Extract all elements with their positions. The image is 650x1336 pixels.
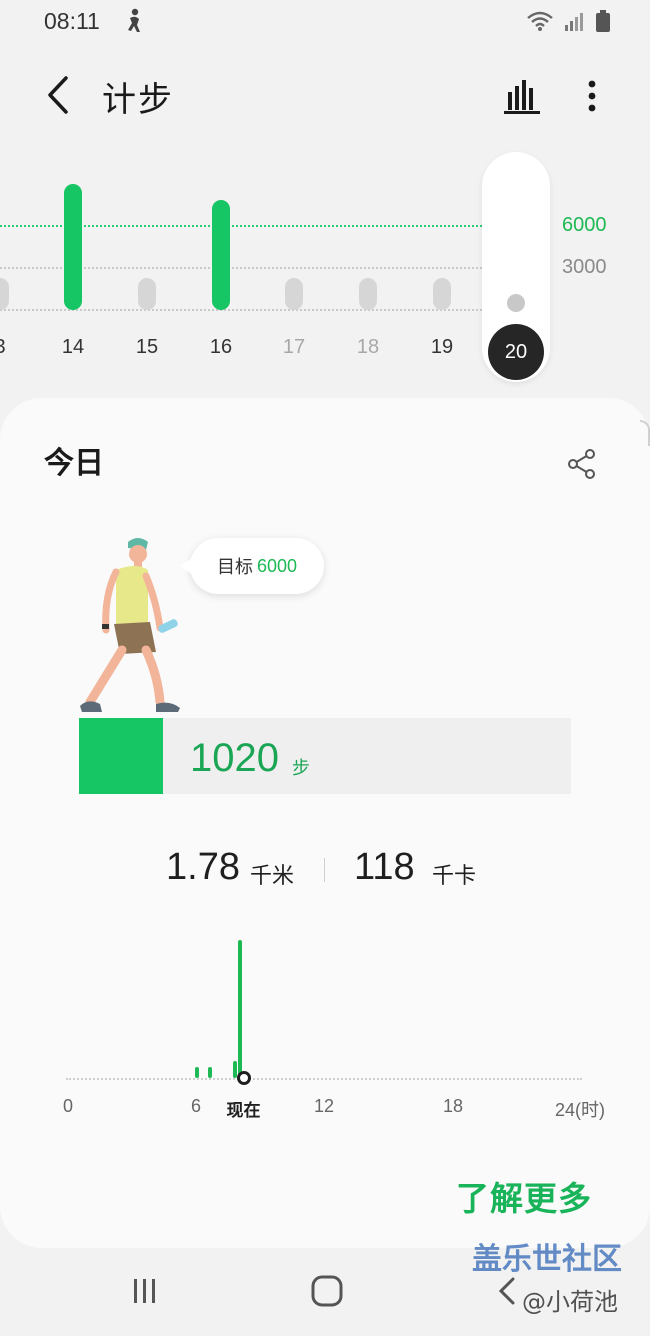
goal-value: 6000 bbox=[256, 555, 298, 576]
goal-axis-label: 6000 bbox=[562, 214, 607, 236]
steps-progress-bar bbox=[79, 718, 571, 794]
goal-label: 目标 bbox=[216, 557, 253, 578]
more-options-icon[interactable] bbox=[578, 74, 606, 118]
today-card: 今日 目标 6000 1020 步 1.78 千米 118 千卡 0 6 现在 … bbox=[0, 398, 650, 1248]
hourly-steps-chart: 0 6 现在 12 18 24(时) bbox=[0, 918, 650, 1128]
day-label-3[interactable]: 3 bbox=[0, 336, 20, 359]
mid-axis-label: 3000 bbox=[562, 256, 607, 278]
back-button[interactable] bbox=[40, 72, 76, 118]
day-label-15[interactable]: 15 bbox=[127, 336, 167, 359]
day-bar-16[interactable] bbox=[212, 200, 230, 310]
steps-count: 1020 bbox=[190, 736, 279, 780]
learn-more-link[interactable]: 了解更多 bbox=[456, 1172, 592, 1220]
nav-back-icon[interactable] bbox=[496, 1276, 518, 1306]
bar-chart-icon[interactable] bbox=[500, 76, 544, 116]
signal-icon bbox=[565, 13, 583, 31]
step-tracking-icon bbox=[128, 8, 140, 32]
hour-axis-label: 12 bbox=[313, 1096, 335, 1116]
calories-value: 118 bbox=[354, 846, 415, 888]
stats-row: 1.78 千米 118 千卡 bbox=[0, 846, 650, 896]
home-icon[interactable] bbox=[310, 1274, 344, 1308]
status-time: 08:11 bbox=[44, 8, 100, 34]
day-label-19[interactable]: 19 bbox=[422, 336, 462, 359]
day-label-16[interactable]: 16 bbox=[201, 336, 241, 359]
status-icons bbox=[526, 10, 610, 32]
day-label-18[interactable]: 18 bbox=[348, 336, 388, 359]
hour-axis bbox=[66, 1078, 582, 1080]
hour-axis-label: 18 bbox=[442, 1096, 464, 1116]
distance-value: 1.78 bbox=[166, 846, 240, 888]
walking-man-illustration bbox=[80, 538, 180, 712]
hour-axis-label: 0 bbox=[62, 1096, 73, 1116]
day-label-17[interactable]: 17 bbox=[274, 336, 314, 359]
weekly-steps-chart: 6000 3000 3 14 15 16 17 18 19 20 bbox=[0, 150, 650, 390]
stat-divider bbox=[324, 858, 325, 882]
page-title: 计步 bbox=[102, 80, 174, 120]
hour-bar bbox=[207, 1066, 212, 1078]
today-title: 今日 bbox=[44, 446, 104, 481]
watermark-title: 盖乐世社区 bbox=[472, 1242, 622, 1277]
day-bar-19[interactable] bbox=[433, 278, 451, 310]
day-bar-17[interactable] bbox=[285, 278, 303, 310]
selected-day-card[interactable]: 20 bbox=[482, 152, 550, 382]
recent-apps-icon[interactable] bbox=[130, 1276, 160, 1306]
day-bar-14[interactable] bbox=[64, 184, 82, 310]
status-bar: 08:11 bbox=[0, 0, 650, 46]
day-bar-15[interactable] bbox=[138, 278, 156, 310]
selected-day-label[interactable]: 20 bbox=[488, 324, 544, 380]
steps-unit: 步 bbox=[292, 758, 310, 779]
watermark-user: @小荷池 bbox=[522, 1288, 618, 1316]
day-label-14[interactable]: 14 bbox=[53, 336, 93, 359]
battery-icon bbox=[596, 10, 610, 32]
goal-bubble: 目标 6000 bbox=[180, 538, 324, 594]
share-icon[interactable] bbox=[566, 448, 598, 480]
now-axis-label: 现在 bbox=[226, 1101, 261, 1121]
app-header: 计步 bbox=[0, 60, 650, 130]
wifi-icon bbox=[527, 11, 553, 31]
day-bar-18[interactable] bbox=[359, 278, 377, 310]
scroll-indicator bbox=[640, 420, 650, 446]
hour-bar bbox=[237, 940, 242, 1078]
calories-unit: 千卡 bbox=[432, 864, 477, 889]
steps-progress-fill bbox=[79, 718, 163, 794]
distance-unit: 千米 bbox=[250, 864, 295, 889]
hour-bar bbox=[194, 1066, 199, 1078]
hour-axis-label: 24(时) bbox=[554, 1100, 605, 1120]
selected-day-bar bbox=[507, 294, 525, 312]
day-bar-3[interactable] bbox=[0, 278, 9, 310]
current-time-marker bbox=[236, 1071, 251, 1085]
